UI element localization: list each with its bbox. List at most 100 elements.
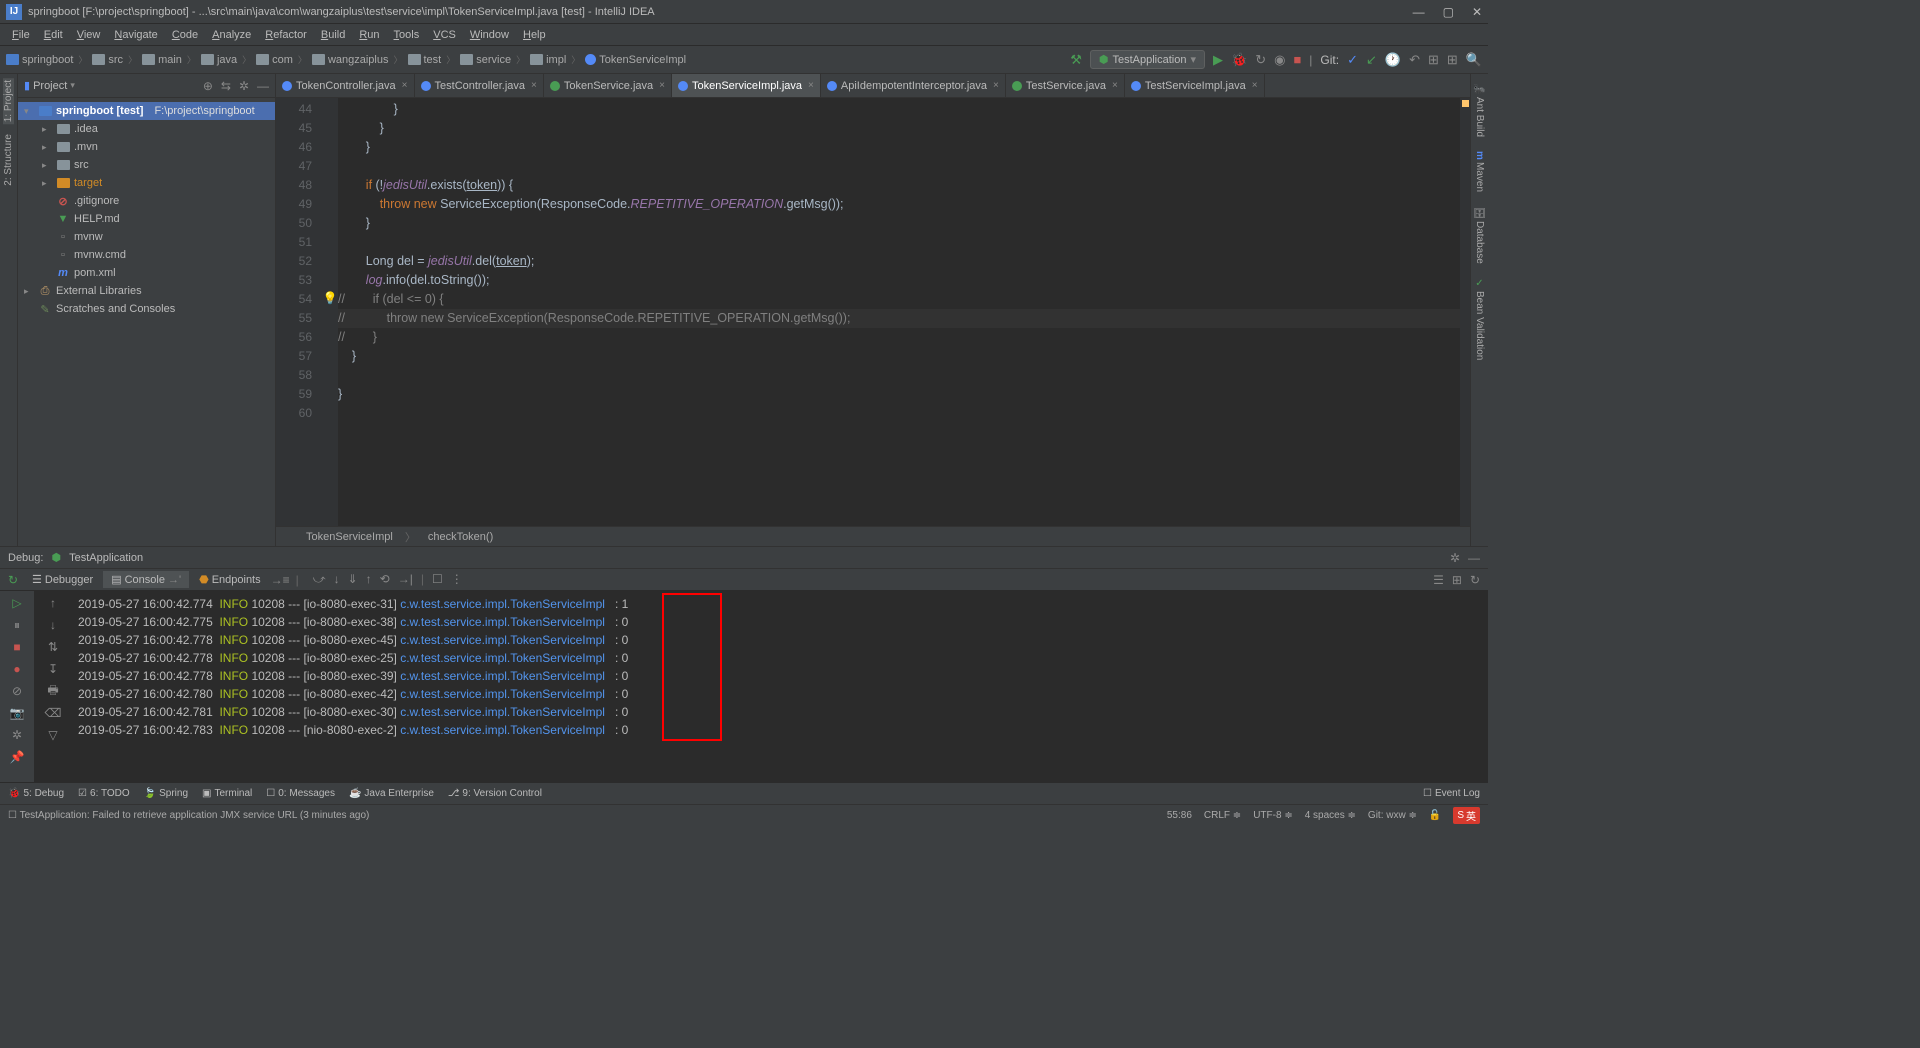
settings-icon[interactable]: ✲ [239,79,249,93]
down-icon[interactable]: ↓ [45,617,61,633]
crumb-method[interactable]: checkToken() [428,531,493,543]
structure-icon[interactable]: ⊞ [1428,52,1439,68]
breakpoints-icon[interactable]: ● [9,661,25,677]
project-root[interactable]: ▾ springboot [test] F:\project\springboo… [18,102,275,120]
pin-icon[interactable]: 📌 [9,749,25,765]
git-update-icon[interactable]: ✓ [1347,52,1358,68]
force-step-icon[interactable]: ⇓ [348,572,358,587]
tool-5-Debug[interactable]: 🐞5: Debug [8,788,64,799]
crumb-impl[interactable]: impl [530,54,566,66]
tree-item-mvnw.cmd[interactable]: ▫mvnw.cmd [18,246,275,264]
trace-icon[interactable]: ⋮ [451,572,463,587]
search-icon[interactable]: 🔍 [1466,52,1482,68]
database-tab[interactable]: 🗄Database [1474,203,1485,267]
crumb-src[interactable]: src [92,54,123,66]
event-log-button[interactable]: ☐Event Log [1423,788,1480,799]
profile-icon[interactable]: ◉ [1274,52,1285,68]
print-icon[interactable]: 🖶 [45,683,61,699]
tree-item-mvnw[interactable]: ▫mvnw [18,228,275,246]
crumb-com[interactable]: com [256,54,293,66]
debug-settings-icon[interactable]: ✲ [1450,551,1460,565]
encoding[interactable]: UTF-8 ≑ [1253,810,1293,821]
tab-TestController.java[interactable]: TestController.java× [415,74,544,97]
debug-icon[interactable]: 🐞 [1231,52,1247,68]
step-out-icon[interactable]: ↑ [366,572,372,587]
debugger-tab[interactable]: ☰Debugger [24,571,101,588]
menu-refactor[interactable]: Refactor [259,27,313,43]
git-revert-icon[interactable]: ↶ [1409,52,1420,68]
tree-item-target[interactable]: ▸target [18,174,275,192]
step-into-icon[interactable]: ↓ [334,572,340,587]
tab-TokenServiceImpl.java[interactable]: TokenServiceImpl.java× [672,74,821,97]
tree-item-.gitignore[interactable]: ⊘.gitignore [18,192,275,210]
menu-file[interactable]: File [6,27,36,43]
filter-icon[interactable]: ▽ [45,727,61,743]
stop-icon[interactable]: ■ [9,639,25,655]
up-icon[interactable]: ↑ [45,595,61,611]
menu-view[interactable]: View [71,27,107,43]
tree-item-pom.xml[interactable]: mpom.xml [18,264,275,282]
tree-item-src[interactable]: ▸src [18,156,275,174]
scratches[interactable]: ✎Scratches and Consoles [18,300,275,318]
external-libraries[interactable]: ▸⎙External Libraries [18,282,275,300]
menu-analyze[interactable]: Analyze [206,27,257,43]
console-output[interactable]: 2019-05-27 16:00:42.774 INFO 10208 --- [… [72,591,1488,782]
menu-build[interactable]: Build [315,27,351,43]
clear-icon[interactable]: ⌫ [45,705,61,721]
wrap-icon[interactable]: ⇅ [45,639,61,655]
menu-help[interactable]: Help [517,27,552,43]
git-commit-icon[interactable]: ↙ [1366,52,1377,68]
tree-item-HELP.md[interactable]: ▼HELP.md [18,210,275,228]
settings2-icon[interactable]: ✲ [9,727,25,743]
drop-frame-icon[interactable]: ⟲ [380,572,390,587]
endpoints-tab[interactable]: ⬣Endpoints [191,571,269,588]
line-separator[interactable]: CRLF ≑ [1204,810,1241,821]
tree-item-.idea[interactable]: ▸.idea [18,120,275,138]
git-history-icon[interactable]: 🕐 [1385,52,1401,68]
menu-window[interactable]: Window [464,27,515,43]
error-stripe[interactable] [1460,98,1470,526]
crumb-springboot[interactable]: springboot [6,54,73,66]
maximize-button[interactable]: ▢ [1443,5,1454,19]
pause-icon[interactable]: ⏸ [9,617,25,633]
crumb-wangzaiplus[interactable]: wangzaiplus [312,54,389,66]
tab-TokenController.java[interactable]: TokenController.java× [276,74,415,97]
tab-TokenService.java[interactable]: TokenService.java× [544,74,672,97]
menu-vcs[interactable]: VCS [427,27,462,43]
menu-edit[interactable]: Edit [38,27,69,43]
run-cursor-icon[interactable]: →| [398,572,413,587]
project-pane-title[interactable]: Project [33,80,67,92]
layout-icon[interactable]: ☰ [1433,573,1444,587]
resume-icon[interactable]: ▷ [9,595,25,611]
menu-tools[interactable]: Tools [388,27,426,43]
build-icon[interactable]: ⚒ [1070,52,1082,68]
thread-icon[interactable]: ⊞ [1452,573,1462,587]
lang-indicator[interactable]: S英 [1453,807,1480,824]
crumb-java[interactable]: java [201,54,237,66]
run-icon[interactable]: ▶ [1213,52,1223,68]
git-branch[interactable]: Git: wxw ≑ [1368,810,1417,821]
tab-ApiIdempotentInterceptor.java[interactable]: ApiIdempotentInterceptor.java× [821,74,1006,97]
tab-TestServiceImpl.java[interactable]: TestServiceImpl.java× [1125,74,1265,97]
scroll-icon[interactable]: ↧ [45,661,61,677]
crumb-test[interactable]: test [408,54,442,66]
debug-hide-icon[interactable]: — [1468,551,1480,565]
menu-navigate[interactable]: Navigate [108,27,163,43]
project-tool-tab[interactable]: 1: Project [3,78,14,124]
stop-icon[interactable]: ■ [1293,52,1301,67]
mute-icon[interactable]: ⊘ [9,683,25,699]
crumb-main[interactable]: main [142,54,182,66]
crumb-service[interactable]: service [460,54,511,66]
bulb-icon[interactable]: 💡 [322,288,338,307]
structure-tool-tab[interactable]: 2: Structure [3,132,14,188]
indent[interactable]: 4 spaces ≑ [1305,810,1356,821]
rerun-icon[interactable]: ↻ [4,573,22,587]
coverage-icon[interactable]: ↻ [1255,52,1266,68]
dump-icon[interactable]: 📷 [9,705,25,721]
code-editor[interactable]: } } } if (!jedisUtil.exists(token)) { th… [338,98,1460,526]
bean-validation-tab[interactable]: ✓Bean Validation [1474,275,1485,363]
ant-build-tab[interactable]: 🐜Ant Build [1474,80,1485,140]
collapse-icon[interactable]: ⇆ [221,79,231,93]
tree-item-.mvn[interactable]: ▸.mvn [18,138,275,156]
tool-Spring[interactable]: 🍃Spring [144,788,188,799]
